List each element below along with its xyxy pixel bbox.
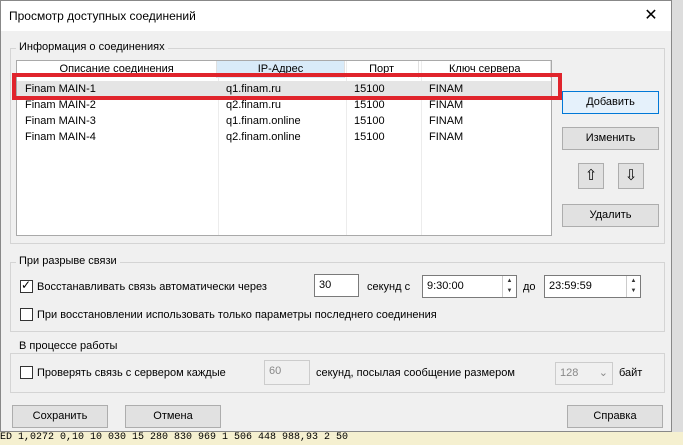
cell-key: FINAM <box>429 115 464 127</box>
highlight-annotation-box <box>12 73 562 100</box>
background-window-edge <box>672 0 683 445</box>
time-from-spinner[interactable]: ▲ ▼ <box>502 276 516 297</box>
cancel-button[interactable]: Отмена <box>125 405 221 428</box>
seconds-from-label: секунд с <box>367 281 411 293</box>
time-from-value: 9:30:00 <box>427 280 464 292</box>
dialog-title: Просмотр доступных соединений <box>9 9 196 23</box>
cell-ip: q1.finam.online <box>226 115 301 127</box>
arrow-down-icon: ⇩ <box>624 167 638 184</box>
move-down-button[interactable]: ⇩ <box>618 163 644 189</box>
disconnect-group-label: При разрыве связи <box>16 255 120 267</box>
time-to-input[interactable]: 23:59:59 ▲ ▼ <box>544 275 641 298</box>
background-strip-text: ED 1,0272 0,10 10 030 15 280 830 969 1 5… <box>0 432 349 443</box>
help-button[interactable]: Справка <box>567 405 663 428</box>
table-row[interactable]: Finam MAIN-3 q1.finam.online 15100 FINAM <box>17 113 551 129</box>
save-button[interactable]: Сохранить <box>12 405 108 428</box>
reconnect-seconds-input[interactable]: 30 <box>314 274 359 297</box>
cell-ip: q2.finam.online <box>226 131 301 143</box>
cell-port: 15100 <box>354 115 385 127</box>
last-params-checkbox[interactable] <box>20 308 33 321</box>
title-bar: Просмотр доступных соединений ✕ <box>1 1 671 31</box>
background-table-strip: ED 1,0272 0,10 10 030 15 280 830 969 1 5… <box>0 432 683 445</box>
check-connection-label: Проверять связь с сервером каждые <box>37 367 226 379</box>
edit-button[interactable]: Изменить <box>562 127 659 150</box>
cell-description: Finam MAIN-3 <box>25 115 96 127</box>
message-size-value: 128 <box>560 367 579 379</box>
check-interval-input[interactable]: 60 <box>264 360 310 385</box>
auto-reconnect-checkbox[interactable] <box>20 278 33 293</box>
bytes-unit-label: байт <box>619 367 643 379</box>
cell-key: FINAM <box>429 131 464 143</box>
add-button[interactable]: Добавить <box>562 91 659 114</box>
move-up-button[interactable]: ⇧ <box>578 163 604 189</box>
message-size-select[interactable]: 128 ⌄ <box>555 362 613 385</box>
close-icon[interactable]: ✕ <box>641 6 661 26</box>
time-from-input[interactable]: 9:30:00 ▲ ▼ <box>422 275 517 298</box>
time-to-value: 23:59:59 <box>549 280 592 292</box>
last-params-label: При восстановлении использовать только п… <box>37 309 437 321</box>
table-row[interactable]: Finam MAIN-4 q2.finam.online 15100 FINAM <box>17 129 551 145</box>
cell-port: 15100 <box>354 131 385 143</box>
check-connection-checkbox[interactable] <box>20 366 33 379</box>
connections-dialog: Просмотр доступных соединений ✕ Информац… <box>0 0 672 432</box>
to-label: до <box>523 281 536 293</box>
time-to-spinner[interactable]: ▲ ▼ <box>626 276 640 297</box>
delete-button[interactable]: Удалить <box>562 204 659 227</box>
cell-description: Finam MAIN-4 <box>25 131 96 143</box>
chevron-down-icon: ⌄ <box>598 367 608 379</box>
auto-reconnect-label: Восстанавливать связь автоматически чере… <box>37 281 267 293</box>
work-group-label: В процессе работы <box>16 340 121 352</box>
arrow-up-icon: ⇧ <box>584 167 598 184</box>
message-size-label: секунд, посылая сообщение размером <box>316 367 515 379</box>
connections-group-label: Информация о соединениях <box>16 41 168 53</box>
